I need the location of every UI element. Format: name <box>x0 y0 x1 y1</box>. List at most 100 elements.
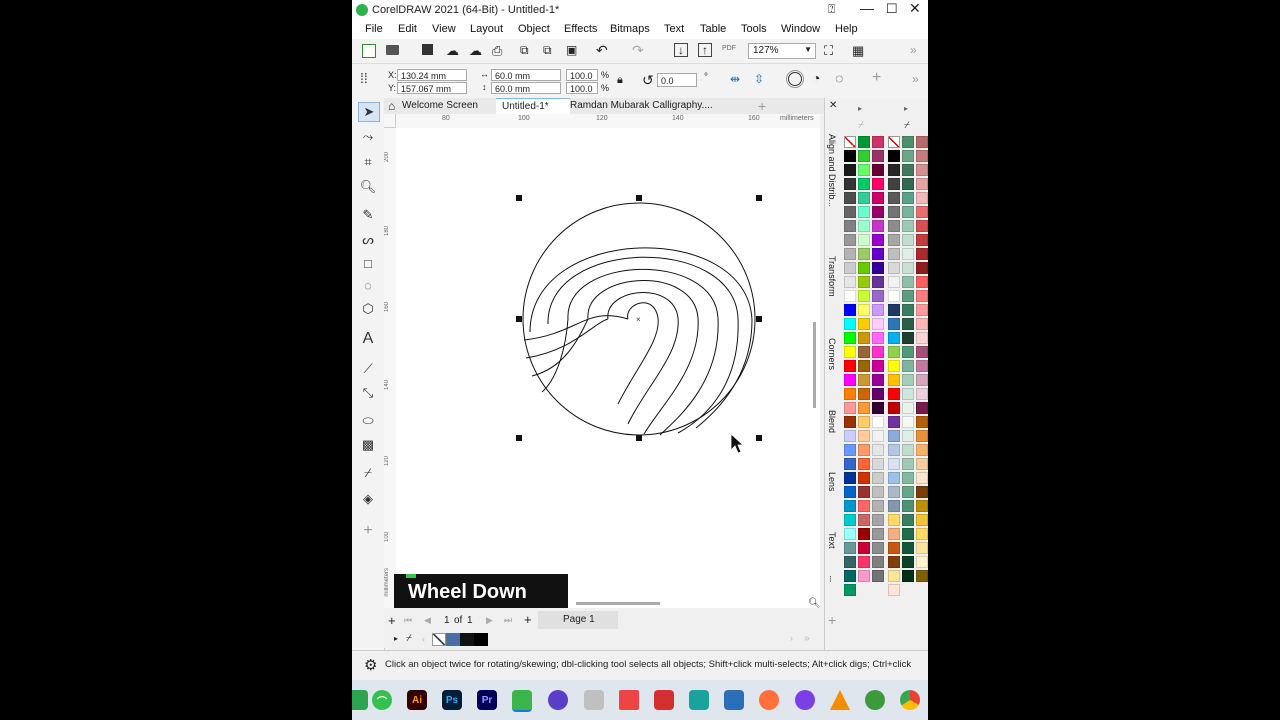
photoshop-icon[interactable]: Ps <box>442 690 462 710</box>
add-icon[interactable]: + <box>872 69 881 87</box>
width-field[interactable]: 60.0 mm <box>491 69 561 81</box>
color-swatch[interactable] <box>872 178 884 190</box>
add-page-before-icon[interactable]: + <box>388 613 396 628</box>
document-swatch[interactable] <box>446 633 460 646</box>
color-swatch[interactable] <box>858 164 870 176</box>
color-swatch[interactable] <box>872 332 884 344</box>
color-swatch[interactable] <box>888 570 900 582</box>
redo-icon[interactable]: ↷ <box>632 42 644 59</box>
taskbar-app-icon[interactable] <box>584 690 604 710</box>
palette-expand-icon[interactable]: ▸ <box>394 634 398 643</box>
color-swatch[interactable] <box>872 304 884 316</box>
ruler-horizontal[interactable]: 80 100 120 140 160 millimeters <box>396 114 820 129</box>
scale-y-field[interactable]: 100.0 <box>566 82 598 94</box>
docker-close-icon[interactable]: ✕ <box>829 100 837 111</box>
color-swatch[interactable] <box>872 458 884 470</box>
color-swatch[interactable] <box>858 276 870 288</box>
color-swatch[interactable] <box>888 528 900 540</box>
publish-pdf-icon[interactable]: PDF <box>722 45 736 52</box>
mirror-vertical-icon[interactable]: ⇳ <box>754 72 764 86</box>
color-swatch[interactable] <box>844 192 856 204</box>
tab-welcome-screen[interactable]: Welcome Screen <box>402 98 494 114</box>
color-swatch[interactable] <box>888 318 900 330</box>
lock-ratio-icon[interactable]: 🔒︎ <box>617 74 623 87</box>
last-page-icon[interactable]: ⏭ <box>504 615 512 626</box>
document-eyedropper-icon[interactable]: ⌿ <box>406 633 412 644</box>
color-swatch[interactable] <box>888 178 900 190</box>
ellipse-tool-icon[interactable]: ◌ <box>358 276 378 294</box>
color-swatch[interactable] <box>844 220 856 232</box>
color-swatch[interactable] <box>888 416 900 428</box>
artistic-media-tool-icon[interactable]: ᔕ <box>358 231 378 249</box>
cloud-upload-icon[interactable]: ☁ <box>446 43 459 59</box>
color-swatch[interactable] <box>888 220 900 232</box>
cloud-download-icon[interactable]: ☁ <box>469 43 482 59</box>
color-swatch[interactable] <box>902 514 914 526</box>
color-swatch[interactable] <box>858 542 870 554</box>
color-swatch[interactable] <box>888 542 900 554</box>
color-swatch[interactable] <box>888 444 900 456</box>
document-swatch[interactable] <box>460 633 474 646</box>
color-swatch[interactable] <box>858 374 870 386</box>
color-swatch[interactable] <box>858 430 870 442</box>
color-swatch[interactable] <box>916 430 928 442</box>
color-swatch[interactable] <box>902 430 914 442</box>
copy-icon[interactable]: ⧉ <box>543 43 552 58</box>
color-swatch[interactable] <box>844 374 856 386</box>
color-swatch[interactable] <box>902 556 914 568</box>
color-swatch[interactable] <box>858 150 870 162</box>
color-swatch[interactable] <box>844 528 856 540</box>
color-swatch[interactable] <box>844 262 856 274</box>
color-swatch[interactable] <box>872 360 884 372</box>
color-swatch[interactable] <box>844 458 856 470</box>
color-swatch[interactable] <box>902 318 914 330</box>
color-swatch[interactable] <box>858 290 870 302</box>
color-swatch[interactable] <box>844 388 856 400</box>
color-swatch[interactable] <box>916 332 928 344</box>
rectangle-tool-icon[interactable]: □ <box>358 254 378 272</box>
menu-window[interactable]: Window <box>781 23 820 35</box>
color-swatch[interactable] <box>872 276 884 288</box>
color-swatch[interactable] <box>858 178 870 190</box>
color-swatch[interactable] <box>858 486 870 498</box>
color-swatch[interactable] <box>844 360 856 372</box>
color-swatch[interactable] <box>888 486 900 498</box>
color-swatch[interactable] <box>916 528 928 540</box>
paste-icon[interactable]: ▣ <box>566 43 577 57</box>
color-swatch[interactable] <box>902 220 914 232</box>
color-swatch[interactable] <box>872 164 884 176</box>
taskbar-app-icon[interactable] <box>689 690 709 710</box>
color-swatch[interactable] <box>888 514 900 526</box>
color-swatch[interactable] <box>844 542 856 554</box>
zoom-level-select[interactable]: 127% ▼ <box>748 43 816 59</box>
color-swatch[interactable] <box>844 486 856 498</box>
color-swatch[interactable] <box>888 164 900 176</box>
y-position-field[interactable]: 157.067 mm <box>397 82 467 94</box>
docker-blend[interactable]: Blend <box>827 410 837 433</box>
color-swatch[interactable] <box>858 402 870 414</box>
vlc-icon[interactable] <box>830 690 850 710</box>
color-swatch[interactable] <box>858 248 870 260</box>
color-swatch[interactable] <box>844 234 856 246</box>
drawing-canvas[interactable]: × 🔍︎ <box>396 128 821 609</box>
color-swatch[interactable] <box>888 262 900 274</box>
text-tool-icon[interactable]: A <box>358 330 378 348</box>
docker-more-icon[interactable]: ⁝ <box>829 574 832 585</box>
color-swatch[interactable] <box>858 500 870 512</box>
full-screen-icon[interactable]: ⛶ <box>824 43 833 59</box>
color-swatch[interactable] <box>858 570 870 582</box>
color-swatch[interactable] <box>844 290 856 302</box>
color-swatch[interactable] <box>844 346 856 358</box>
x-position-field[interactable]: 130.24 mm <box>397 69 467 81</box>
color-swatch[interactable] <box>916 178 928 190</box>
tab-ramdan-mubarak[interactable]: Ramdan Mubarak Calligraphy.... <box>570 98 730 114</box>
export-icon[interactable]: ↑ <box>698 43 712 57</box>
color-swatch[interactable] <box>902 290 914 302</box>
color-swatch[interactable] <box>844 150 856 162</box>
shape-tool-icon[interactable]: ⤳ <box>358 128 378 146</box>
color-swatch[interactable] <box>888 192 900 204</box>
color-swatch[interactable] <box>844 206 856 218</box>
home-icon[interactable]: ⌂ <box>388 99 395 113</box>
no-color-swatch[interactable] <box>888 136 900 148</box>
color-swatch[interactable] <box>902 192 914 204</box>
